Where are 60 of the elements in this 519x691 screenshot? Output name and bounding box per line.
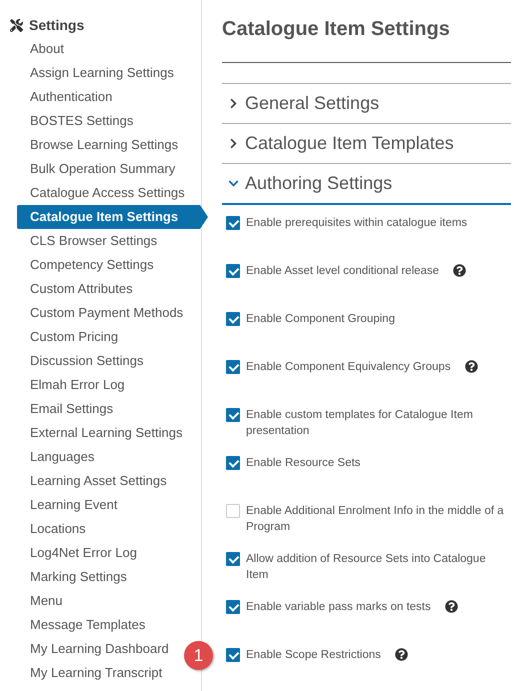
sidebar-item[interactable]: My Learning Dashboard: [0, 637, 169, 661]
help-icon[interactable]: [394, 648, 408, 661]
checkbox[interactable]: [226, 264, 240, 278]
sidebar-item[interactable]: BOSTES Settings: [0, 109, 134, 133]
sidebar-item[interactable]: Assign Learning Settings: [0, 61, 174, 85]
section-header[interactable]: Catalogue Item Templates: [222, 123, 511, 163]
sidebar-item[interactable]: Discussion Settings: [0, 349, 144, 373]
page-title: Catalogue Item Settings: [222, 17, 451, 42]
sidebar-item[interactable]: Learning Event: [0, 493, 118, 517]
checkbox[interactable]: [226, 600, 240, 614]
sidebar-item[interactable]: Bulk Operation Summary: [0, 157, 176, 181]
checkbox[interactable]: [226, 648, 240, 662]
checkbox[interactable]: [226, 360, 240, 374]
help-icon[interactable]: [464, 360, 478, 373]
help-icon[interactable]: [453, 264, 466, 277]
chevron-right-icon: [228, 98, 239, 109]
option-label: Enable Resource Sets: [246, 456, 360, 471]
checkbox[interactable]: [226, 552, 240, 566]
checkbox[interactable]: [226, 216, 240, 230]
checkbox[interactable]: [226, 456, 240, 470]
option-label: Enable Component Equivalency Groups: [246, 360, 451, 375]
sidebar-item[interactable]: Menu: [0, 589, 63, 613]
sidebar-item[interactable]: Locations: [0, 517, 86, 541]
checkbox[interactable]: [226, 408, 240, 422]
sidebar-item[interactable]: External Learning Settings: [0, 421, 182, 445]
checkbox[interactable]: [226, 312, 240, 326]
sidebar-item[interactable]: Log4Net Error Log: [0, 541, 137, 565]
sidebar-item[interactable]: Custom Pricing: [0, 325, 118, 349]
callout-badge: 1: [184, 641, 213, 670]
section-header[interactable]: Authoring Settings: [222, 163, 511, 205]
option-label: Enable Additional Enrolment Info in the middle of a Program: [246, 504, 505, 535]
sidebar-item[interactable]: Message Templates: [0, 613, 146, 637]
sidebar-item[interactable]: Elmah Error Log: [0, 373, 125, 397]
sidebar-title: Settings: [29, 17, 84, 33]
option-label: Enable Asset level conditional release: [246, 264, 440, 279]
tools-icon: [10, 18, 23, 32]
option-label: Enable Component Grouping: [246, 312, 395, 327]
option-label: Enable custom templates for Catalogue Item presentation: [246, 408, 474, 439]
sidebar-item[interactable]: Learning Asset Settings: [0, 469, 167, 493]
option-label: Allow addition of Resource Sets into Catalogue Item: [246, 552, 487, 583]
sidebar-item[interactable]: CLS Browser Settings: [0, 229, 158, 253]
sidebar-item[interactable]: Browse Learning Settings: [0, 133, 178, 157]
sidebar-item[interactable]: My Learning Transcript: [0, 661, 162, 685]
option-label: Enable variable pass marks on tests: [246, 600, 431, 615]
sidebar-item[interactable]: About: [0, 37, 64, 61]
section-header[interactable]: General Settings: [222, 83, 511, 123]
option-label: Enable Scope Restrictions: [246, 648, 381, 663]
sidebar-item[interactable]: Languages: [0, 445, 94, 469]
sidebar-item[interactable]: Competency Settings: [0, 253, 154, 277]
sidebar-item[interactable]: Marking Settings: [0, 565, 127, 589]
chevron-down-icon: [228, 178, 239, 189]
sidebar-item[interactable]: Catalogue Access Settings: [0, 181, 185, 205]
sidebar-item[interactable]: Authentication: [0, 85, 112, 109]
sidebar-item[interactable]: Email Settings: [0, 397, 114, 421]
sidebar-item[interactable]: Custom Payment Methods: [0, 301, 184, 325]
sidebar-item[interactable]: Custom Attributes: [0, 277, 133, 301]
help-icon[interactable]: [444, 600, 458, 613]
chevron-right-icon: [228, 138, 239, 149]
sidebar-item[interactable]: Catalogue Item Settings: [17, 205, 208, 229]
option-label: Enable prerequisites within catalogue items: [246, 216, 468, 231]
